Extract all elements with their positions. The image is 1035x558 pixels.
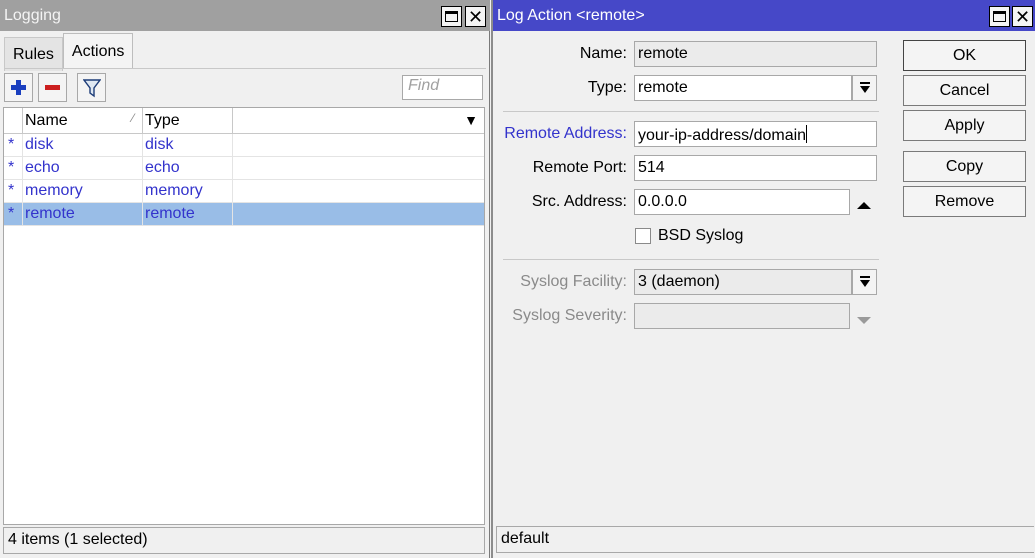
syslog-facility-select[interactable]: 3 (daemon) bbox=[634, 269, 852, 295]
plus-icon bbox=[11, 80, 26, 95]
copy-button[interactable]: Copy bbox=[903, 151, 1026, 182]
remote-address-value: your-ip-address/domain bbox=[638, 127, 807, 144]
logging-tabs: Rules Actions bbox=[4, 33, 134, 71]
row-name: echo bbox=[23, 157, 143, 180]
log-action-status-bar: default bbox=[496, 526, 1034, 553]
header-name-label: Name bbox=[25, 112, 68, 129]
remote-port-label: Remote Port: bbox=[532, 159, 627, 176]
row-type: disk bbox=[143, 134, 233, 157]
item-count: 4 items (1 selected) bbox=[8, 531, 148, 548]
logging-status-bar: 4 items (1 selected) bbox=[3, 527, 485, 554]
add-button[interactable] bbox=[4, 73, 33, 102]
name-label: Name: bbox=[579, 45, 627, 62]
bsd-syslog-checkbox[interactable] bbox=[635, 228, 651, 244]
filter-icon bbox=[82, 78, 101, 97]
name-field[interactable]: remote bbox=[634, 41, 877, 67]
log-action-title: Log Action <remote> bbox=[497, 6, 645, 24]
form-separator bbox=[503, 111, 879, 112]
minus-icon bbox=[45, 85, 60, 90]
bsd-syslog-label: BSD Syslog bbox=[658, 227, 744, 244]
tab-actions[interactable]: Actions bbox=[62, 33, 134, 69]
log-action-window: Log Action <remote> ✕ Name: remote Type:… bbox=[491, 0, 1035, 558]
logging-window: Logging ✕ Rules Actions Find Name ⁄ Type… bbox=[0, 0, 490, 558]
row-name: disk bbox=[23, 134, 143, 157]
maximize-icon bbox=[993, 11, 1006, 22]
actions-table: Name ⁄ Type ▼ * disk disk * echo echo * … bbox=[3, 107, 485, 525]
maximize-icon bbox=[445, 11, 458, 22]
syslog-facility-label: Syslog Facility: bbox=[520, 273, 627, 290]
row-name: memory bbox=[23, 180, 143, 203]
row-mark: * bbox=[4, 180, 23, 203]
type-label: Type: bbox=[587, 79, 627, 96]
remote-address-label: Remote Address: bbox=[504, 125, 627, 142]
remove-button[interactable]: Remove bbox=[903, 186, 1026, 217]
close-button[interactable]: ✕ bbox=[465, 6, 486, 27]
header-filler: ▼ bbox=[233, 108, 484, 134]
syslog-severity-dropdown-icon[interactable] bbox=[857, 312, 871, 330]
tab-rules[interactable]: Rules bbox=[4, 37, 63, 71]
close-button[interactable]: ✕ bbox=[1012, 6, 1033, 27]
row-type: remote bbox=[143, 203, 233, 226]
src-address-label: Src. Address: bbox=[531, 193, 627, 210]
header-type[interactable]: Type bbox=[143, 108, 233, 134]
filter-button[interactable] bbox=[77, 73, 106, 102]
form-separator bbox=[503, 259, 879, 260]
dropdown-arrow-icon bbox=[859, 276, 870, 287]
row-type: memory bbox=[143, 180, 233, 203]
syslog-facility-dropdown-button[interactable] bbox=[852, 269, 877, 295]
status-text: default bbox=[501, 530, 550, 547]
row-mark: * bbox=[4, 134, 23, 157]
row-name: remote bbox=[23, 203, 143, 226]
collapse-arrow-icon[interactable] bbox=[857, 197, 871, 215]
row-type: echo bbox=[143, 157, 233, 180]
sort-icon: ⁄ bbox=[131, 111, 134, 125]
syslog-severity-label: Syslog Severity: bbox=[512, 307, 627, 324]
log-action-titlebar[interactable]: Log Action <remote> bbox=[493, 0, 1035, 31]
tab-divider bbox=[4, 68, 486, 69]
table-row-selected[interactable]: * remote remote bbox=[4, 203, 484, 226]
maximize-button[interactable] bbox=[441, 6, 462, 27]
close-icon: ✕ bbox=[1014, 6, 1031, 27]
ok-button[interactable]: OK bbox=[903, 40, 1026, 71]
text-cursor bbox=[806, 125, 808, 143]
find-input[interactable]: Find bbox=[402, 75, 483, 100]
header-name[interactable]: Name ⁄ bbox=[23, 108, 143, 134]
apply-button[interactable]: Apply bbox=[903, 110, 1026, 141]
table-row[interactable]: * echo echo bbox=[4, 157, 484, 180]
header-mark bbox=[4, 108, 23, 134]
column-menu-icon[interactable]: ▼ bbox=[464, 112, 478, 128]
row-mark: * bbox=[4, 157, 23, 180]
table-header: Name ⁄ Type ▼ bbox=[4, 108, 484, 134]
table-row[interactable]: * memory memory bbox=[4, 180, 484, 203]
row-mark: * bbox=[4, 203, 23, 226]
logging-titlebar[interactable]: Logging bbox=[0, 0, 490, 31]
src-address-input[interactable]: 0.0.0.0 bbox=[634, 189, 850, 215]
syslog-severity-select[interactable] bbox=[634, 303, 850, 329]
remove-button[interactable] bbox=[38, 73, 67, 102]
dropdown-arrow-icon bbox=[859, 82, 870, 93]
remote-address-input[interactable]: your-ip-address/domain bbox=[634, 121, 877, 147]
logging-title: Logging bbox=[4, 6, 61, 24]
type-select[interactable]: remote bbox=[634, 75, 852, 101]
header-type-label: Type bbox=[145, 112, 180, 129]
table-row[interactable]: * disk disk bbox=[4, 134, 484, 157]
cancel-button[interactable]: Cancel bbox=[903, 75, 1026, 106]
close-icon: ✕ bbox=[467, 6, 484, 27]
maximize-button[interactable] bbox=[989, 6, 1010, 27]
type-dropdown-button[interactable] bbox=[852, 75, 877, 101]
remote-port-input[interactable]: 514 bbox=[634, 155, 877, 181]
